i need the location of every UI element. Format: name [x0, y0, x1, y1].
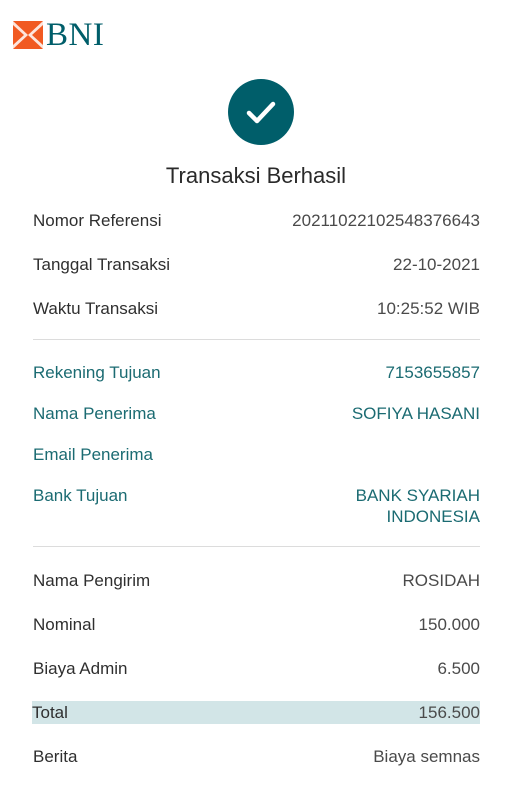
account-label: Rekening Tujuan: [33, 363, 161, 382]
reference-value: 20211022102548376643: [292, 211, 480, 230]
destination-bank-value-line2: INDONESIA: [386, 507, 480, 526]
recipient-email-label: Email Penerima: [33, 445, 153, 464]
nominal-label: Nominal: [33, 615, 96, 634]
recipient-name-label: Nama Penerima: [33, 404, 156, 423]
date-row: Tanggal Transaksi 22-10-2021: [33, 254, 480, 275]
nominal-value: 150.000: [418, 615, 480, 634]
destination-bank-value-line1: BANK SYARIAH: [355, 486, 480, 505]
note-row: Berita Biaya semnas: [33, 746, 480, 767]
sender-value: ROSIDAH: [402, 571, 480, 590]
page-title: Transaksi Berhasil: [165, 163, 347, 188]
success-checkmark-icon: [228, 79, 294, 145]
sender-label: Nama Pengirim: [33, 571, 151, 590]
recipient-name-value: SOFIYA HASANI: [351, 404, 480, 423]
nominal-row: Nominal 150.000: [33, 614, 480, 635]
admin-fee-label: Biaya Admin: [33, 659, 128, 678]
admin-fee-value: 6.500: [437, 659, 480, 678]
destination-bank-label: Bank Tujuan: [33, 486, 128, 505]
total-label: Total: [32, 703, 68, 722]
bni-logo-text: BNI: [46, 17, 105, 53]
recipient-email-row: Email Penerima: [33, 444, 480, 465]
note-label: Berita: [33, 747, 78, 766]
sender-row: Nama Pengirim ROSIDAH: [33, 570, 480, 591]
reference-row: Nomor Referensi 20211022102548376643: [33, 210, 480, 231]
time-label: Waktu Transaksi: [33, 299, 159, 318]
account-value: 7153655857: [385, 363, 480, 382]
account-row: Rekening Tujuan 7153655857: [33, 362, 480, 383]
destination-bank-value: BANK SYARIAH INDONESIA: [356, 485, 480, 527]
recipient-name-row: Nama Penerima SOFIYA HASANI: [33, 403, 480, 424]
date-value: 22-10-2021: [393, 255, 480, 274]
divider: [33, 546, 480, 547]
reference-label: Nomor Referensi: [33, 211, 162, 230]
time-value: 10:25:52 WIB: [376, 299, 480, 318]
admin-fee-row: Biaya Admin 6.500: [33, 658, 480, 679]
time-row: Waktu Transaksi 10:25:52 WIB: [33, 298, 480, 319]
destination-bank-row: Bank Tujuan BANK SYARIAH INDONESIA: [33, 485, 480, 527]
total-value: 156.500: [418, 703, 480, 722]
note-value: Biaya semnas: [373, 747, 480, 766]
date-label: Tanggal Transaksi: [33, 255, 171, 274]
checkmark-icon: [246, 101, 276, 124]
bni-logo: BNI: [13, 18, 104, 52]
total-row: Total 156.500: [32, 701, 480, 724]
bni-logo-mark-icon: [13, 21, 43, 49]
divider: [33, 339, 480, 340]
